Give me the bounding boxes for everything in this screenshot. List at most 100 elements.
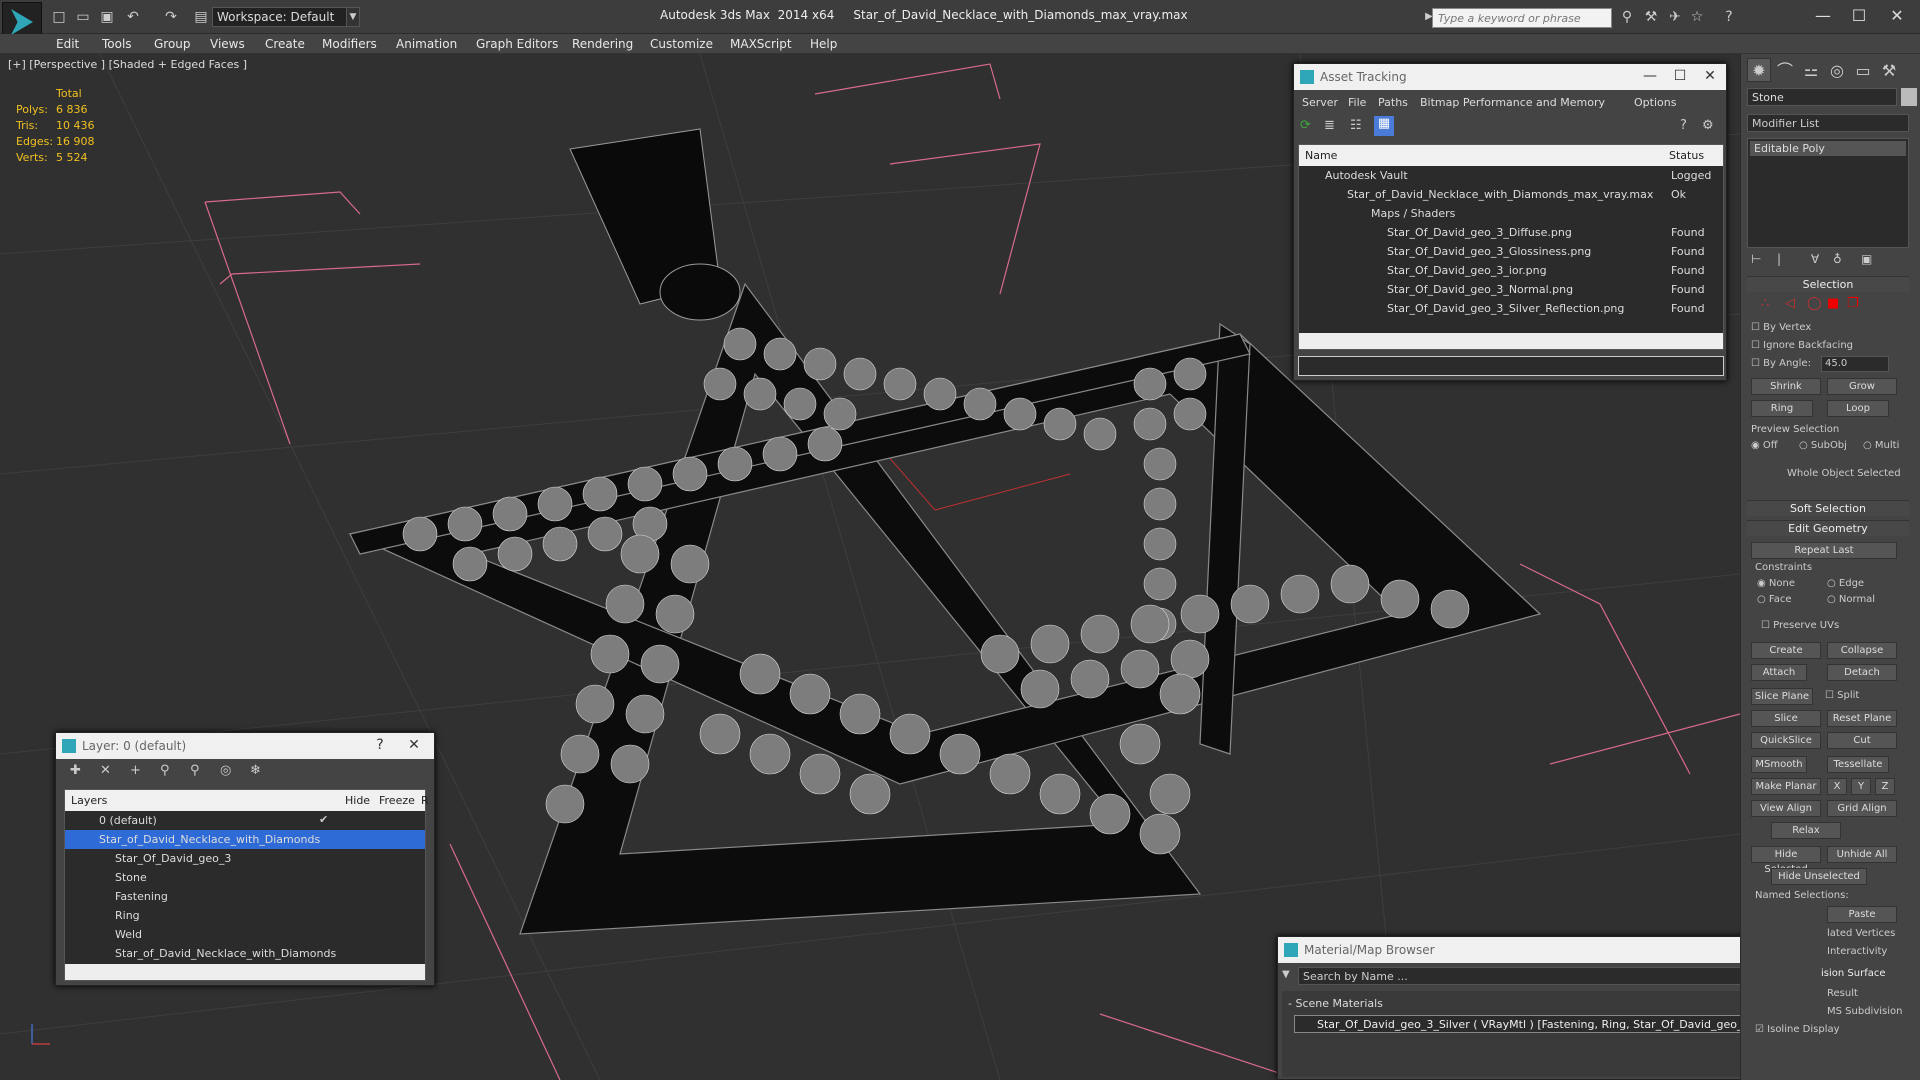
- delete-layer-icon[interactable]: ✕: [100, 763, 111, 778]
- menu-edit[interactable]: Edit: [56, 37, 79, 51]
- new-file-icon[interactable]: □: [50, 8, 68, 26]
- layer-row-default[interactable]: 0 (default) ✔: [65, 811, 425, 830]
- asset-row-map[interactable]: Star_Of_David_geo_3_Diffuse.png Found: [1299, 223, 1723, 242]
- make-unique-icon[interactable]: ∀: [1811, 252, 1819, 266]
- preview-multi-radio[interactable]: ○ Multi: [1863, 440, 1899, 451]
- layer-col-hide[interactable]: Hide: [345, 794, 370, 807]
- edge-mode-icon[interactable]: ◁: [1785, 296, 1795, 311]
- project-folder-icon[interactable]: ▤: [192, 8, 210, 26]
- configure-modifier-sets-icon[interactable]: ▣: [1861, 252, 1872, 266]
- constraint-edge-radio[interactable]: ○ Edge: [1827, 578, 1864, 589]
- layer-horizontal-scrollbar[interactable]: [65, 964, 425, 980]
- redo-icon[interactable]: ↷: [162, 8, 180, 26]
- soft-selection-rollout-header[interactable]: Soft Selection: [1747, 500, 1909, 516]
- layer-col-layers[interactable]: Layers: [71, 794, 107, 807]
- list-view-icon[interactable]: ≣: [1324, 118, 1335, 133]
- minimize-button[interactable]: —: [1806, 4, 1840, 28]
- asset-menu-bitmap-performance[interactable]: Bitmap Performance and Memory: [1420, 96, 1605, 109]
- preview-off-radio[interactable]: ◉ Off: [1751, 440, 1778, 451]
- vertex-mode-icon[interactable]: ∴: [1761, 296, 1769, 311]
- asset-row-map[interactable]: Star_Of_David_geo_3_ior.png Found: [1299, 261, 1723, 280]
- grid-align-button[interactable]: Grid Align: [1827, 800, 1897, 817]
- asset-path-field[interactable]: [1298, 356, 1724, 376]
- refresh-icon[interactable]: ⟳: [1300, 118, 1311, 133]
- planar-z-button[interactable]: Z: [1875, 778, 1895, 795]
- create-layer-icon[interactable]: ✚: [70, 763, 81, 778]
- hide-selected-button[interactable]: Hide Selected: [1751, 846, 1821, 875]
- layer-row-object[interactable]: Weld: [65, 925, 425, 944]
- constraint-normal-radio[interactable]: ○ Normal: [1827, 594, 1875, 605]
- layer-col-r[interactable]: R: [421, 794, 429, 807]
- layer-titlebar[interactable]: Layer: 0 (default) ? ✕: [56, 733, 434, 759]
- constraint-none-radio[interactable]: ◉ None: [1757, 578, 1795, 589]
- workspace-arrow-icon[interactable]: ▼: [346, 7, 360, 27]
- split-checkbox[interactable]: ☐ Split: [1825, 690, 1859, 701]
- make-planar-button[interactable]: Make Planar: [1751, 778, 1821, 795]
- motion-tab-icon[interactable]: ◎: [1825, 58, 1849, 82]
- material-browser-titlebar[interactable]: Material/Map Browser ✕: [1278, 937, 1816, 963]
- select-in-layer-icon[interactable]: ⚲: [160, 763, 170, 778]
- asset-col-name[interactable]: Name: [1305, 149, 1337, 162]
- highlight-layer-icon[interactable]: ⚲: [190, 763, 200, 778]
- modifier-stack-item[interactable]: Editable Poly: [1750, 141, 1906, 156]
- pin-stack-icon[interactable]: ⊢: [1751, 252, 1761, 266]
- freeze-all-layers-icon[interactable]: ❄: [250, 763, 261, 778]
- asset-minimize-button[interactable]: —: [1640, 68, 1660, 84]
- asset-row-map[interactable]: Star_Of_David_geo_3_Glossiness.png Found: [1299, 242, 1723, 261]
- angle-spinner[interactable]: 45.0: [1821, 356, 1889, 372]
- tessellate-button[interactable]: Tessellate: [1827, 756, 1889, 773]
- maximize-button[interactable]: ☐: [1842, 4, 1876, 28]
- subscription-icon[interactable]: ⚒: [1642, 8, 1660, 26]
- layer-close-button[interactable]: ✕: [404, 737, 424, 753]
- table-view-icon[interactable]: ▦: [1374, 116, 1394, 136]
- create-button[interactable]: Create: [1751, 642, 1821, 659]
- modifier-list-dropdown[interactable]: Modifier List: [1747, 114, 1909, 132]
- viewport-label[interactable]: [+] [Perspective ] [Shaded + Edged Faces…: [8, 58, 247, 71]
- border-mode-icon[interactable]: ◯: [1807, 296, 1822, 311]
- msmooth-button[interactable]: MSmooth: [1751, 756, 1807, 773]
- subdivision-surface-header[interactable]: ision Surface: [1821, 968, 1886, 979]
- show-end-result-icon[interactable]: |: [1777, 252, 1781, 266]
- asset-menu-server[interactable]: Server: [1302, 96, 1338, 109]
- scene-materials-section[interactable]: - Scene Materials: [1288, 997, 1383, 1010]
- ring-button[interactable]: Ring: [1751, 400, 1813, 417]
- hide-all-layers-icon[interactable]: ◎: [220, 763, 231, 778]
- unhide-all-button[interactable]: Unhide All: [1827, 846, 1897, 863]
- asset-menu-paths[interactable]: Paths: [1378, 96, 1408, 109]
- isoline-display-checkbox[interactable]: ☑ Isoline Display: [1755, 1024, 1840, 1035]
- detach-button[interactable]: Detach: [1827, 664, 1897, 681]
- asset-row-maxfile[interactable]: Star_of_David_Necklace_with_Diamonds_max…: [1299, 185, 1723, 204]
- menu-animation[interactable]: Animation: [396, 37, 457, 51]
- create-tab-icon[interactable]: ✹: [1747, 58, 1771, 82]
- layer-row-object[interactable]: Star_Of_David_geo_3: [65, 849, 425, 868]
- menu-graph-editors[interactable]: Graph Editors: [476, 37, 558, 51]
- reset-plane-button[interactable]: Reset Plane: [1827, 710, 1897, 727]
- modify-tab-icon[interactable]: ⌒: [1773, 58, 1797, 82]
- hierarchy-tab-icon[interactable]: ⚍: [1799, 58, 1823, 82]
- asset-maximize-button[interactable]: ☐: [1670, 68, 1690, 84]
- relax-button[interactable]: Relax: [1771, 822, 1841, 839]
- preserve-uvs-checkbox[interactable]: ☐ Preserve UVs: [1761, 620, 1839, 631]
- search-input[interactable]: Type a keyword or phrase: [1432, 8, 1612, 28]
- planar-x-button[interactable]: X: [1827, 778, 1847, 795]
- search-options-icon[interactable]: ▼: [1282, 969, 1290, 980]
- asset-horizontal-scrollbar[interactable]: [1299, 333, 1723, 349]
- shrink-button[interactable]: Shrink: [1751, 378, 1821, 395]
- collapse-button[interactable]: Collapse: [1827, 642, 1897, 659]
- layer-row-object[interactable]: Stone: [65, 868, 425, 887]
- asset-row-map[interactable]: Star_Of_David_geo_3_Normal.png Found: [1299, 280, 1723, 299]
- by-vertex-checkbox[interactable]: ☐ By Vertex: [1751, 322, 1811, 333]
- preview-subobj-radio[interactable]: ○ SubObj: [1799, 440, 1847, 451]
- polygon-mode-icon[interactable]: ■: [1827, 296, 1839, 311]
- ignore-backfacing-checkbox[interactable]: ☐ Ignore Backfacing: [1751, 340, 1853, 351]
- repeat-last-button[interactable]: Repeat Last: [1751, 542, 1897, 559]
- paste-button[interactable]: Paste: [1827, 906, 1897, 923]
- material-search-input[interactable]: Search by Name ...: [1298, 967, 1798, 985]
- hide-unselected-button[interactable]: Hide Unselected: [1771, 868, 1867, 885]
- open-file-icon[interactable]: ▭: [74, 8, 92, 26]
- slice-plane-button[interactable]: Slice Plane: [1751, 688, 1813, 705]
- view-align-button[interactable]: View Align: [1751, 800, 1821, 817]
- menu-modifiers[interactable]: Modifiers: [322, 37, 377, 51]
- slice-button[interactable]: Slice: [1751, 710, 1821, 727]
- quickslice-button[interactable]: QuickSlice: [1751, 732, 1821, 749]
